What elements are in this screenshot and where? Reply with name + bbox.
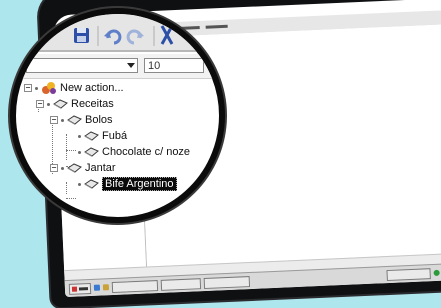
tree-item-label: Fubá — [102, 130, 128, 142]
bullet-icon — [61, 118, 64, 122]
collapse-toggle[interactable]: − — [50, 116, 58, 124]
start-button[interactable] — [68, 282, 92, 295]
bullet-icon — [78, 182, 81, 186]
redo-icon[interactable] — [126, 29, 144, 45]
bullet-icon — [78, 134, 81, 138]
font-size-field[interactable]: 10 — [144, 58, 204, 73]
collapse-toggle[interactable]: − — [36, 100, 44, 108]
font-name-select[interactable] — [26, 58, 138, 73]
tree-connector — [66, 150, 76, 151]
magnified-view: 10 − New action... − Receitas − Bolos Fu… — [10, 8, 225, 223]
tree-connector — [66, 134, 67, 160]
tree-item-chocolate[interactable]: Chocolate c/ noze — [78, 144, 190, 160]
tree-connector — [66, 198, 76, 199]
book-icon — [67, 163, 82, 173]
tree-item-label: Jantar — [85, 162, 116, 174]
tree-item-label: Bolos — [85, 114, 113, 126]
tree-item-label: Receitas — [71, 98, 114, 110]
bullet-icon — [78, 150, 81, 154]
action-icon — [42, 82, 56, 94]
start-label — [78, 286, 89, 290]
font-size-value: 10 — [148, 59, 161, 72]
undo-icon[interactable] — [104, 29, 122, 45]
collapse-toggle[interactable]: − — [24, 84, 32, 92]
tree-item-bife-argentino[interactable]: Bife Argentino — [78, 176, 177, 192]
tray-field[interactable] — [386, 267, 431, 281]
tree-item-bolos[interactable]: − Bolos — [50, 112, 113, 128]
magnified-toolbar — [16, 14, 219, 50]
taskbar-item[interactable] — [160, 277, 202, 291]
tree-connector — [66, 182, 67, 194]
bullet-icon — [61, 166, 64, 170]
chevron-down-icon — [127, 63, 135, 68]
book-icon — [84, 147, 99, 157]
tree-item-fuba[interactable]: Fubá — [78, 128, 127, 144]
quicklaunch-icon[interactable] — [102, 284, 110, 291]
bullet-icon — [47, 102, 50, 106]
format-bar: 10 — [16, 54, 219, 79]
tree-item-label: Chocolate c/ noze — [102, 146, 191, 158]
action-tree: − New action... − Receitas − Bolos Fubá … — [16, 80, 219, 217]
book-icon — [53, 99, 68, 109]
windows-icon — [71, 286, 78, 292]
tree-item-new-action[interactable]: − New action... — [24, 80, 124, 96]
network-icon[interactable] — [433, 269, 440, 277]
save-icon[interactable] — [74, 28, 89, 43]
cut-icon[interactable] — [160, 25, 174, 45]
book-icon — [84, 131, 99, 141]
taskbar-item[interactable] — [111, 279, 159, 293]
book-icon — [84, 179, 99, 189]
tree-item-label-selected: Bife Argentino — [102, 177, 177, 191]
tree-item-label: New action... — [60, 82, 124, 94]
taskbar-item[interactable] — [203, 275, 251, 289]
quicklaunch-icon[interactable] — [93, 284, 101, 291]
book-icon — [67, 115, 82, 125]
tree-item-jantar[interactable]: − Jantar — [50, 160, 116, 176]
toolbar-divider — [16, 50, 219, 52]
tree-item-receitas[interactable]: − Receitas — [36, 96, 114, 112]
bullet-icon — [35, 86, 38, 90]
system-tray — [386, 267, 441, 281]
collapse-toggle[interactable]: − — [50, 164, 58, 172]
magnified-toolbar-icons — [74, 25, 174, 46]
